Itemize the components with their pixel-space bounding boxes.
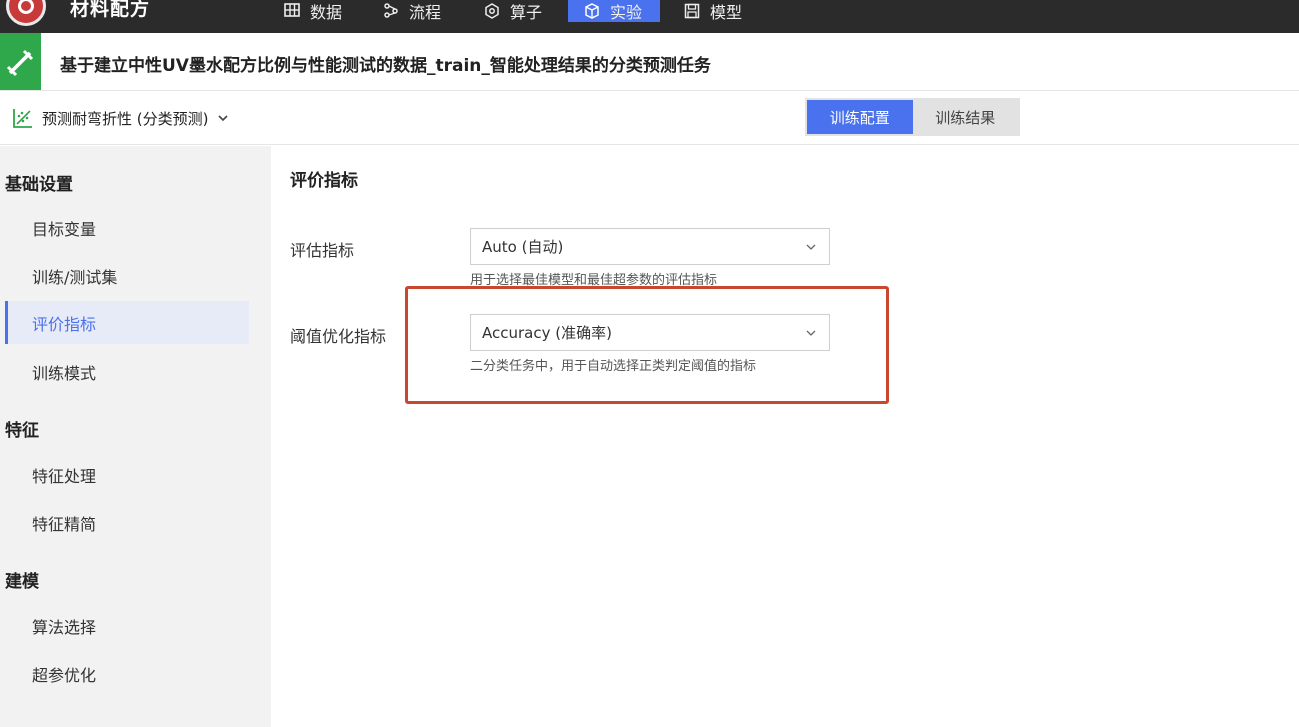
- chevron-down-icon: [806, 244, 816, 250]
- sidebar-item-target-variable[interactable]: 目标变量: [5, 206, 249, 249]
- nav-label: 实验: [610, 3, 643, 22]
- config-result-tabs: 训练配置 训练结果: [805, 98, 1020, 136]
- nav-item-data[interactable]: 数据: [268, 0, 358, 22]
- section-title-modeling: 建模: [5, 572, 39, 592]
- task-header: 基于建立中性UV墨水配方比例与性能测试的数据_train_智能处理结果的分类预测…: [0, 33, 1299, 91]
- app-logo-icon: [6, 0, 46, 26]
- nav-label: 数据: [310, 3, 343, 22]
- target-label: 预测耐弯折性 (分类预测): [42, 109, 209, 128]
- target-selector[interactable]: 预测耐弯折性 (分类预测): [12, 107, 230, 129]
- cube-icon: [585, 3, 599, 19]
- grid-icon: [284, 3, 300, 17]
- app-title: 材料配方: [70, 0, 151, 20]
- nav-label: 算子: [510, 3, 543, 22]
- sidebar-item-hyperparameter-tuning[interactable]: 超参优化: [5, 652, 249, 695]
- sidebar-item-metrics[interactable]: 评价指标: [5, 301, 249, 344]
- top-nav-bar: 材料配方 数据 流程 算子 实验 模型: [0, 0, 1299, 33]
- eval-metric-select[interactable]: Auto (自动): [470, 228, 830, 265]
- task-title: 基于建立中性UV墨水配方比例与性能测试的数据_train_智能处理结果的分类预测…: [60, 56, 711, 76]
- sidebar-item-feature-reduction[interactable]: 特征精简: [5, 501, 249, 544]
- chevron-down-icon: [218, 115, 229, 122]
- eval-metric-label: 评估指标: [290, 241, 355, 260]
- save-icon: [684, 3, 700, 19]
- main-section-title: 评价指标: [290, 171, 358, 191]
- sidebar-item-train-test-set[interactable]: 训练/测试集: [5, 254, 249, 297]
- section-title-basic: 基础设置: [5, 175, 73, 195]
- nav-item-model[interactable]: 模型: [668, 0, 758, 22]
- hexagon-gear-icon: [485, 3, 499, 19]
- settings-sidebar: 基础设置 目标变量 训练/测试集 评价指标 训练模式 特征 特征处理 特征精简 …: [0, 146, 271, 727]
- sidebar-item-training-mode[interactable]: 训练模式: [5, 350, 249, 393]
- annotation-highlight-box: [405, 286, 889, 404]
- tools-icon: [0, 33, 41, 90]
- eval-metric-value: Auto (自动): [482, 238, 564, 256]
- scatter-chart-icon: [13, 109, 32, 128]
- nav-label: 模型: [710, 3, 743, 22]
- tab-training-results[interactable]: 训练结果: [913, 100, 1019, 134]
- sidebar-item-algorithm-selection[interactable]: 算法选择: [5, 604, 249, 647]
- flow-icon: [384, 3, 398, 18]
- section-title-features: 特征: [5, 421, 39, 441]
- threshold-metric-label: 阈值优化指标: [290, 327, 387, 346]
- nav-label: 流程: [409, 3, 442, 22]
- sidebar-item-feature-processing[interactable]: 特征处理: [5, 453, 249, 496]
- nav-item-experiment[interactable]: 实验: [568, 0, 660, 22]
- sub-toolbar: 预测耐弯折性 (分类预测) 训练配置 训练结果: [0, 91, 1299, 145]
- tab-training-config[interactable]: 训练配置: [807, 100, 913, 134]
- nav-item-flow[interactable]: 流程: [367, 0, 457, 22]
- nav-item-operators[interactable]: 算子: [468, 0, 558, 22]
